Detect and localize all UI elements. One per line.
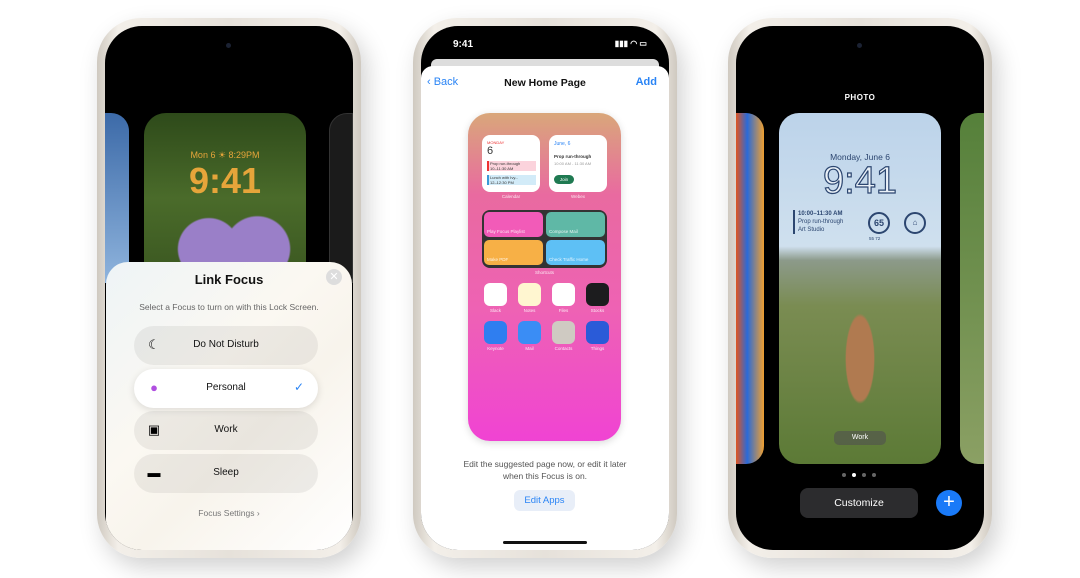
app-label: Stocks — [590, 308, 605, 313]
calendar-date: 6 — [487, 145, 494, 157]
page-dot[interactable] — [862, 473, 866, 477]
phone-new-home-page: 9:41 ▮▮▮ ◠ ▭ ‹ Back New Home Page Add MO… — [413, 18, 677, 558]
option-label: Work — [214, 424, 238, 435]
home-indicator — [503, 541, 587, 544]
dynamic-island — [510, 38, 580, 58]
lock-screen-preview-prev[interactable] — [105, 113, 129, 283]
phone-lock-screen-gallery: PHOTO Monday, June 6 9:41 10:00–11:30 AM… — [728, 18, 992, 558]
app-label: Keynote — [487, 346, 504, 351]
app-icon-notes[interactable] — [518, 283, 541, 306]
focus-settings-link[interactable]: Focus Settings › — [106, 508, 352, 518]
shortcut-tile[interactable]: Check Traffic Home — [546, 240, 605, 265]
app-icon-slack[interactable] — [484, 283, 507, 306]
widget-caption: Shortcuts — [534, 270, 554, 275]
join-button[interactable]: Join — [554, 175, 574, 184]
edit-apps-button[interactable]: Edit Apps — [514, 490, 575, 511]
webex-widget: June, 6 Prop run-through 10:00 AM - 11:3… — [549, 135, 607, 192]
weather-gauge: 65 — [868, 212, 890, 234]
front-camera — [857, 43, 862, 48]
app-icon-keynote[interactable] — [484, 321, 507, 344]
sheet-title: Link Focus — [194, 272, 264, 287]
weather-range: 55 72 — [869, 236, 881, 241]
page-dot-active[interactable] — [852, 473, 856, 477]
screen: PHOTO Monday, June 6 9:41 10:00–11:30 AM… — [736, 26, 984, 550]
screen: Mon 6 ☀ 8:29PM 9:41 Link Focus ✕ Select … — [105, 26, 353, 550]
option-label: Do Not Disturb — [193, 339, 259, 350]
widget-caption: Webex — [571, 194, 585, 199]
calendar-widget: 10:00–11:30 AM Prop run-through Art Studio — [793, 210, 843, 234]
checkmark-icon: ✓ — [293, 380, 304, 394]
status-time: 9:41 — [453, 39, 474, 50]
link-focus-sheet: Link Focus ✕ Select a Focus to turn on w… — [106, 262, 352, 550]
app-label: Slack — [489, 308, 501, 313]
focus-badge[interactable]: Work — [834, 431, 886, 445]
add-button[interactable]: Add — [636, 76, 657, 88]
calendar-event: Lunch with Ivy... 12–12:30 PM — [487, 175, 536, 185]
shortcut-tile[interactable]: Make PDF — [484, 240, 543, 265]
app-label: Mail — [525, 346, 534, 351]
shortcuts-widget: Play Focus Playlist Compose Mail Make PD… — [482, 210, 607, 268]
close-button[interactable]: ✕ — [326, 269, 342, 285]
wallpaper-type-label: PHOTO — [844, 93, 876, 102]
add-wallpaper-button[interactable]: + — [936, 490, 962, 516]
app-icon-things[interactable] — [586, 321, 609, 344]
customize-button[interactable]: Customize — [800, 488, 918, 518]
focus-option-sleep[interactable]: ▬ Sleep — [134, 454, 318, 493]
app-icon-files[interactable] — [552, 283, 575, 306]
shortcut-tile[interactable]: Compose Mail — [546, 212, 605, 237]
focus-option-work[interactable]: ▣ Work — [134, 411, 318, 450]
status-icons: ▮▮▮ ◠ ▭ — [614, 39, 647, 48]
option-label: Sleep — [213, 467, 239, 478]
front-camera — [226, 43, 231, 48]
page-dot[interactable] — [842, 473, 846, 477]
app-label: Things — [590, 346, 605, 351]
app-label: Contacts — [554, 346, 573, 351]
focus-option-personal[interactable]: ● Personal ✓ — [134, 369, 318, 408]
description-text: Edit the suggested page now, or edit it … — [463, 459, 627, 481]
calendar-event: Prop run-through 10–11:30 AM — [487, 161, 536, 171]
new-home-page-sheet: ‹ Back New Home Page Add MONDAY 6 Prop r… — [421, 66, 669, 550]
calendar-widget: MONDAY 6 Prop run-through 10–11:30 AM Lun… — [482, 135, 540, 192]
nav-title: New Home Page — [504, 77, 586, 89]
airpods-battery-icon: ⌂ — [904, 212, 926, 234]
app-label: Files — [558, 308, 569, 313]
app-label: Notes — [523, 308, 536, 313]
app-icon-contacts[interactable] — [552, 321, 575, 344]
lock-time: 9:41 — [822, 159, 897, 202]
webex-date: June, 6 — [554, 141, 571, 147]
app-icon-mail[interactable] — [518, 321, 541, 344]
webex-time: 10:00 AM - 11:30 AM — [554, 161, 592, 166]
app-icon-stocks[interactable] — [586, 283, 609, 306]
wallpaper-prev[interactable] — [736, 113, 764, 464]
widget-caption: Calendar — [501, 194, 521, 199]
wallpaper-next[interactable] — [960, 113, 984, 464]
shortcut-tile[interactable]: Play Focus Playlist — [484, 212, 543, 237]
lock-screen-preview-next[interactable] — [329, 113, 353, 283]
phone-link-focus: Mon 6 ☀ 8:29PM 9:41 Link Focus ✕ Select … — [97, 18, 361, 558]
option-label: Personal — [206, 382, 246, 393]
focus-option-do-not-disturb[interactable]: ☾ Do Not Disturb — [134, 326, 318, 365]
page-dot[interactable] — [872, 473, 876, 477]
webex-title: Prop run-through — [554, 154, 592, 159]
home-page-preview: MONDAY 6 Prop run-through 10–11:30 AM Lun… — [468, 113, 621, 441]
screen: 9:41 ▮▮▮ ◠ ▭ ‹ Back New Home Page Add MO… — [421, 26, 669, 550]
lock-time: 9:41 — [188, 160, 262, 201]
sheet-subtitle: Select a Focus to turn on with this Lock… — [139, 302, 319, 312]
